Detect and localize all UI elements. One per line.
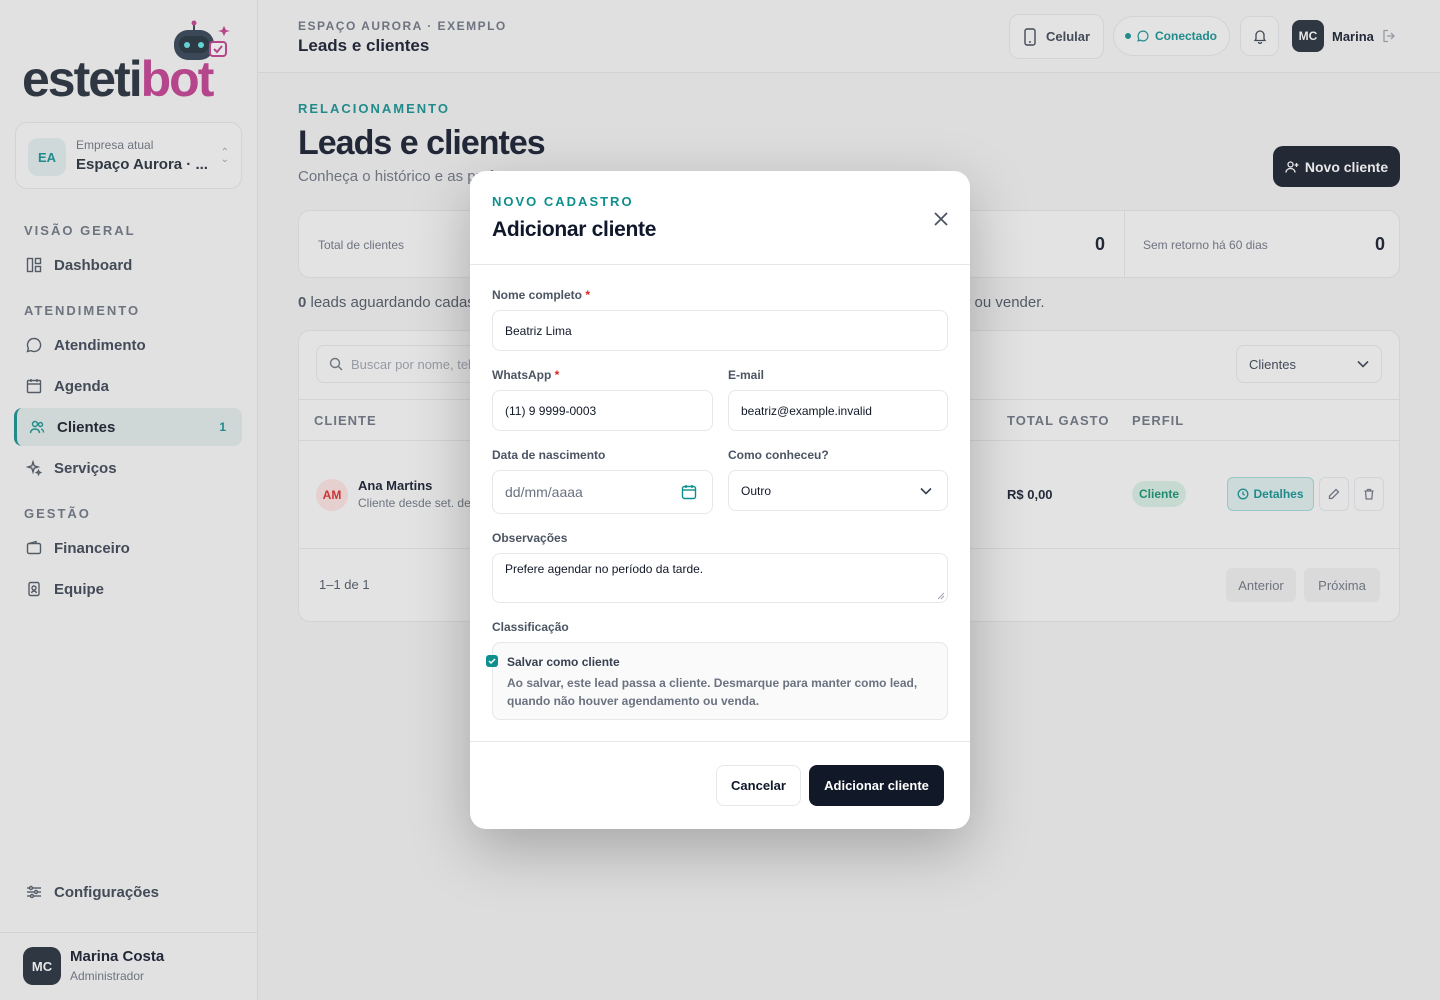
save-as-client-checkbox[interactable]: [486, 655, 498, 667]
name-label-text: Nome completo: [492, 288, 583, 302]
required-mark: *: [585, 288, 591, 302]
whatsapp-label: WhatsApp *: [492, 368, 559, 382]
modal-header-divider: [470, 264, 970, 265]
notes-label: Observações: [492, 531, 568, 545]
birthdate-input[interactable]: dd/mm/aaaa: [492, 470, 713, 514]
close-icon[interactable]: [930, 208, 952, 230]
checkbox-label[interactable]: Salvar como cliente: [507, 655, 620, 669]
modal-footer-divider: [470, 741, 970, 742]
name-label: Nome completo *: [492, 288, 590, 302]
resize-handle-icon[interactable]: [937, 592, 945, 600]
calendar-icon[interactable]: [681, 484, 697, 500]
birthdate-label: Data de nascimento: [492, 448, 606, 462]
notes-textarea[interactable]: Prefere agendar no período da tarde.: [492, 553, 948, 603]
checkbox-help: Ao salvar, este lead passa a cliente. De…: [507, 676, 918, 708]
whatsapp-input[interactable]: (11) 9 9999-0003: [492, 390, 713, 431]
classification-label: Classificação: [492, 620, 569, 634]
check-icon: [488, 657, 496, 665]
birthdate-placeholder: dd/mm/aaaa: [505, 484, 583, 500]
notes-value: Prefere agendar no período da tarde.: [505, 562, 704, 576]
cancel-button[interactable]: Cancelar: [716, 765, 801, 806]
source-label: Como conheceu?: [728, 448, 829, 462]
name-input[interactable]: Beatriz Lima: [492, 310, 948, 351]
email-label: E-mail: [728, 368, 765, 382]
source-select[interactable]: Outro: [728, 470, 948, 511]
whatsapp-label-text: WhatsApp: [492, 368, 552, 382]
email-input[interactable]: beatriz@example.invalid: [728, 390, 948, 431]
chevron-down-icon: [920, 487, 932, 495]
modal-eyebrow: NOVO CADASTRO: [492, 194, 634, 209]
required-mark: *: [554, 368, 560, 382]
source-value: Outro: [741, 483, 772, 498]
add-client-modal: NOVO CADASTRO Adicionar cliente Nome com…: [470, 171, 970, 829]
modal-title: Adicionar cliente: [492, 218, 657, 241]
add-client-button[interactable]: Adicionar cliente: [809, 765, 944, 806]
